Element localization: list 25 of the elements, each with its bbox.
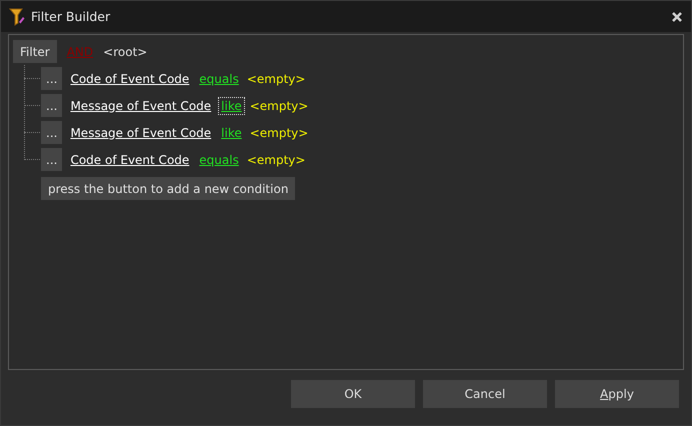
value-link[interactable]: <empty> bbox=[250, 126, 308, 140]
apply-button[interactable]: Apply bbox=[555, 380, 679, 408]
operator-link[interactable]: like bbox=[219, 124, 244, 140]
filter-button[interactable]: Filter bbox=[13, 40, 57, 63]
ok-button[interactable]: OK bbox=[291, 380, 415, 408]
add-condition-button[interactable]: press the button to add a new condition bbox=[41, 177, 296, 200]
operator-link[interactable]: equals bbox=[197, 152, 241, 168]
value-link[interactable]: <empty> bbox=[246, 72, 306, 86]
window-title: Filter Builder bbox=[31, 9, 112, 24]
condition-menu-button[interactable]: ... bbox=[41, 94, 62, 117]
cancel-button[interactable]: Cancel bbox=[423, 380, 547, 408]
close-icon[interactable] bbox=[671, 10, 683, 22]
field-link[interactable]: Code of Event Code bbox=[68, 70, 192, 86]
condition-menu-button[interactable]: ... bbox=[41, 121, 62, 144]
condition-menu-button[interactable]: ... bbox=[41, 148, 62, 171]
condition-menu-button[interactable]: ... bbox=[41, 67, 62, 90]
operator-link[interactable]: equals bbox=[197, 70, 241, 86]
field-link[interactable]: Code of Event Code bbox=[68, 152, 192, 168]
funnel-icon bbox=[9, 8, 25, 26]
value-link[interactable]: <empty> bbox=[246, 152, 306, 166]
field-link[interactable]: Message of Event Code bbox=[68, 98, 214, 114]
group-name: <root> bbox=[103, 44, 148, 58]
value-link[interactable]: <empty> bbox=[250, 98, 308, 112]
operator-link[interactable]: like bbox=[219, 98, 244, 114]
field-link[interactable]: Message of Event Code bbox=[68, 124, 214, 140]
